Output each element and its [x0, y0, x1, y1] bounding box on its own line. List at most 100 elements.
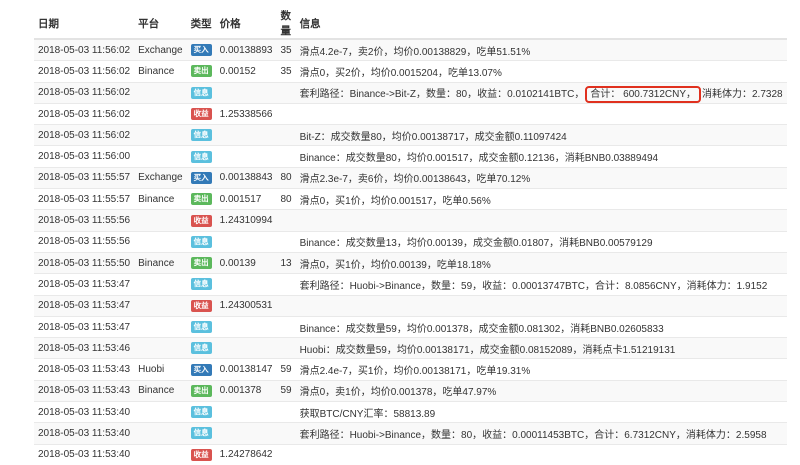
buy-badge: 买入 [190, 363, 212, 376]
cell-platform [134, 81, 187, 104]
cell-type: 信息 [186, 422, 216, 445]
header-price[interactable]: 价格 [215, 8, 277, 40]
cell-price [215, 124, 277, 146]
cell-qty [276, 315, 296, 338]
cell-type: 信息 [186, 273, 216, 296]
cell-price [215, 337, 277, 359]
cell-qty [276, 102, 296, 125]
sell-badge: 卖出 [190, 65, 212, 78]
info-badge: 信息 [190, 235, 212, 248]
cell-type: 卖出 [186, 379, 216, 402]
cell-date: 2018-05-03 11:53:47 [34, 273, 135, 296]
cell-date: 2018-05-03 11:53:40 [34, 443, 135, 465]
cell-info: 套利路径：Binance->Bit-Z，数量：80，收益：0.0102141BT… [295, 81, 787, 104]
cell-qty [276, 443, 296, 465]
cell-qty [276, 273, 296, 296]
cell-qty: 13 [276, 251, 296, 274]
table-row: 2018-05-03 11:53:47 信息 Binance：成交数量59，均价0.… [34, 315, 787, 338]
cell-platform [134, 145, 187, 168]
log-table: 日期 平台 类型 价格 数量 信息 2018-05-03 11:56:02 Exc… [34, 8, 787, 465]
table-header-row: 日期 平台 类型 价格 数量 信息 [34, 8, 787, 40]
cell-info: 滑点0，卖1价，均价0.001378，吃单47.97% [295, 379, 787, 402]
cell-price: 0.001378 [215, 379, 277, 402]
cell-platform: Binance [134, 379, 187, 402]
cell-price: 0.00138147 [215, 358, 277, 381]
info-text: 套利路径：Huobi->Binance，数量：59，收益：0.00013747B… [299, 280, 768, 292]
header-type[interactable]: 类型 [186, 8, 216, 40]
cell-price [215, 422, 277, 445]
cell-type: 买入 [186, 38, 216, 61]
cell-platform [134, 422, 187, 445]
cell-info [295, 294, 787, 317]
cell-price: 0.001517 [215, 188, 277, 210]
cell-date: 2018-05-03 11:56:02 [34, 124, 135, 146]
info-text: Binance：成交数量80，均价0.001517，成交金额0.12136，消耗… [299, 153, 659, 165]
table-row: 2018-05-03 11:56:02 Exchange 买入 0.00138893 3… [34, 38, 787, 61]
info-text: 滑点2.4e-7，买1价，均价0.00138171，吃单19.31% [299, 366, 531, 378]
info-text: 滑点0，买2价，均价0.0015204，吃单13.07% [299, 67, 502, 79]
cell-qty [276, 422, 296, 445]
cell-price [215, 273, 277, 296]
cell-qty [276, 124, 296, 146]
info-text: 滑点4.2e-7，卖2价，均价0.00138829，吃单51.51% [299, 46, 531, 58]
cell-type: 收益 [186, 209, 216, 232]
header-info[interactable]: 信息 [295, 8, 787, 40]
header-qty[interactable]: 数量 [276, 8, 296, 40]
info-badge: 信息 [190, 86, 212, 99]
cell-date: 2018-05-03 11:53:40 [34, 422, 135, 445]
cell-price [215, 401, 277, 423]
cell-price [215, 145, 277, 168]
cell-info: 滑点2.4e-7，买1价，均价0.00138171，吃单19.31% [295, 358, 787, 381]
table-row: 2018-05-03 11:53:40 信息 获取BTC/CNY汇率：58813.8… [34, 401, 787, 423]
info-text: 滑点0，卖1价，均价0.001378，吃单47.97% [299, 387, 497, 399]
header-platform[interactable]: 平台 [134, 8, 187, 40]
table-row: 2018-05-03 11:56:00 信息 Binance：成交数量80，均价0.… [34, 145, 787, 168]
info-badge: 信息 [190, 278, 212, 291]
cell-platform [134, 102, 187, 125]
cell-platform [134, 209, 187, 232]
info-text: Huobi：成交数量59，均价0.00138171，成交金额0.08152089… [299, 344, 676, 356]
cell-date: 2018-05-03 11:55:57 [34, 166, 135, 189]
cell-type: 收益 [186, 294, 216, 317]
cell-type: 信息 [186, 230, 216, 253]
cell-price: 0.00138893 [215, 38, 277, 61]
cell-date: 2018-05-03 11:56:00 [34, 145, 135, 168]
info-badge: 信息 [190, 129, 212, 142]
table-row: 2018-05-03 11:53:47 信息 套利路径：Huobi->Binance… [34, 273, 787, 296]
table-row: 2018-05-03 11:53:47 收益 1.24300531 [34, 294, 787, 317]
cell-info: 滑点0，买1价，均价0.00139，吃单18.18% [295, 251, 787, 274]
info-badge: 信息 [190, 321, 212, 333]
header-date[interactable]: 日期 [34, 8, 135, 40]
cell-platform: Binance [134, 60, 187, 83]
table-row: 2018-05-03 11:56:02 信息 Bit-Z：成交数量80，均价0.00… [34, 124, 787, 146]
table-row: 2018-05-03 11:53:43 Huobi 买入 0.00138147 59 滑点… [34, 358, 787, 381]
cell-info: Binance：成交数量13，均价0.00139，成交金额0.01807，消耗B… [295, 230, 787, 253]
cell-qty [276, 209, 296, 232]
cell-price: 0.00138843 [215, 166, 277, 189]
cell-info: 套利路径：Huobi->Binance，数量：59，收益：0.00013747B… [295, 273, 787, 296]
table-row: 2018-05-03 11:55:56 收益 1.24310994 [34, 209, 787, 232]
info-text: 获取BTC/CNY汇率：58813.89 [299, 408, 436, 420]
profit-badge: 收益 [190, 214, 212, 227]
cell-info: 获取BTC/CNY汇率：58813.89 [295, 401, 787, 423]
cell-date: 2018-05-03 11:55:50 [34, 251, 135, 274]
cell-type: 信息 [186, 124, 216, 146]
cell-platform [134, 230, 187, 253]
table-row: 2018-05-03 11:55:57 Exchange 买入 0.00138843 8… [34, 166, 787, 189]
log-body: 2018-05-03 11:56:02 Exchange 买入 0.00138893 3… [34, 38, 787, 465]
cell-type: 卖出 [186, 60, 216, 83]
cell-date: 2018-05-03 11:55:57 [34, 188, 135, 210]
buy-badge: 买入 [190, 171, 212, 184]
cell-date: 2018-05-03 11:55:56 [34, 209, 135, 232]
cell-qty: 80 [276, 166, 296, 189]
cell-platform [134, 124, 187, 146]
cell-qty: 59 [276, 358, 296, 381]
cell-date: 2018-05-03 11:56:02 [34, 60, 135, 83]
cell-info [295, 102, 787, 125]
info-text: 套利路径：Binance->Bit-Z，数量：80，收益：0.0102141BT… [299, 89, 585, 101]
cell-info [295, 209, 787, 232]
highlighted-total: 合计： 600.7312CNY， [585, 86, 701, 104]
cell-type: 买入 [186, 166, 216, 189]
cell-platform: Binance [134, 251, 187, 274]
cell-type: 信息 [186, 401, 216, 423]
